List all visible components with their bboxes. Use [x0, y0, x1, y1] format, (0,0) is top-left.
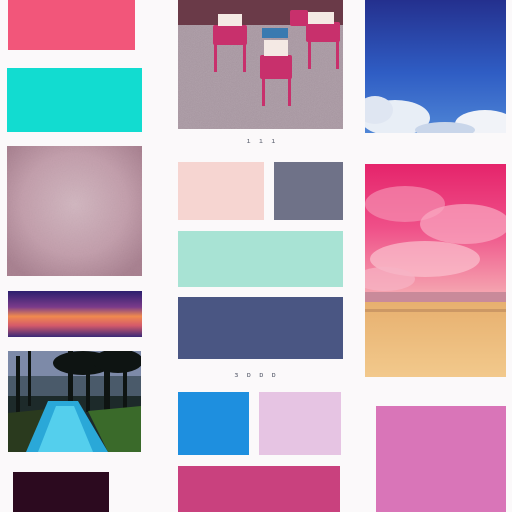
swatch-turquoise [7, 68, 142, 132]
textured-paper-photo [7, 146, 142, 276]
swatch-azure [178, 392, 249, 455]
swatch-blush [178, 162, 264, 220]
swatch-coral-pink [8, 0, 135, 50]
swatch-lavender [259, 392, 341, 455]
swatch-denim [178, 297, 343, 359]
forest-river-photo [8, 351, 141, 452]
swatch-orchid [376, 406, 506, 512]
swatch-magenta-rose [178, 466, 340, 512]
pink-chairs-photo [178, 0, 343, 129]
caption-top: ı ı ı [246, 137, 278, 145]
caption-middle: ɜ ɒ ɒ ɒ [234, 371, 278, 379]
swatch-mint [178, 231, 343, 287]
pink-sky-field-photo [365, 164, 506, 377]
sunset-gradient-photo [8, 291, 142, 337]
swatch-deep-plum [13, 472, 109, 512]
blue-sky-clouds-photo [365, 0, 506, 133]
swatch-slate-gray [274, 162, 343, 220]
